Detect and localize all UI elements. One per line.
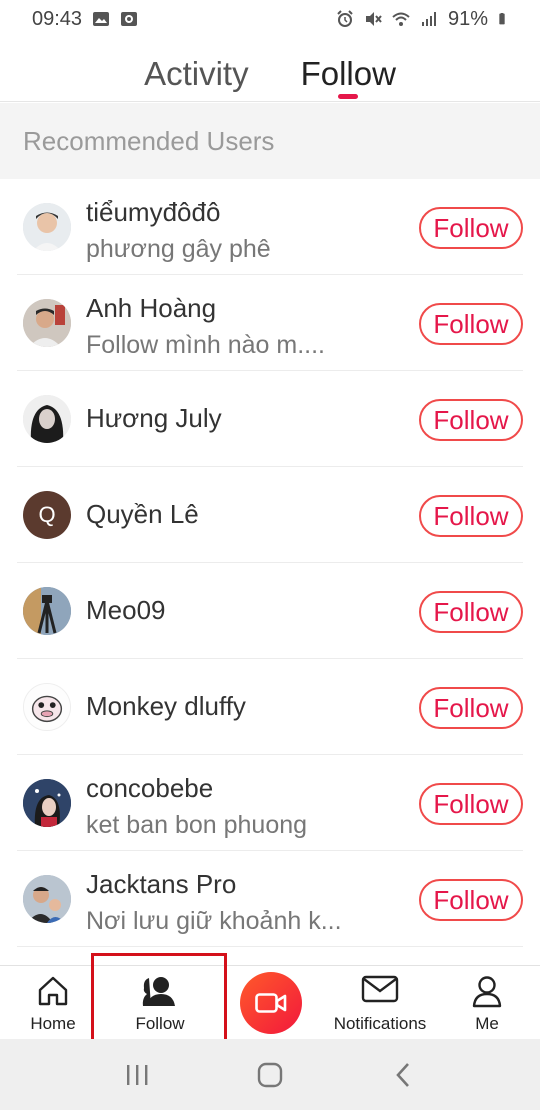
signal-icon <box>421 12 436 26</box>
active-tab-indicator <box>338 94 359 99</box>
battery-percent: 91% <box>447 7 488 30</box>
user-row[interactable]: concobebe ket ban bon phuong Follow <box>17 755 523 851</box>
screen-record-icon <box>121 12 138 26</box>
user-row[interactable]: Monkey dluffy Follow <box>17 659 523 755</box>
user-row[interactable]: Q Quyền Lê Follow <box>17 467 523 563</box>
home-square-icon <box>257 1062 283 1087</box>
avatar-photo-icon <box>23 203 71 251</box>
nav-me-label: Me <box>475 1014 499 1033</box>
system-navigation-bar <box>0 1039 540 1110</box>
tab-activity[interactable]: Activity <box>144 40 249 101</box>
follow-button[interactable]: Follow <box>419 591 523 633</box>
nav-me[interactable]: Me <box>452 966 522 1040</box>
user-name: Jacktans Pro <box>86 869 237 899</box>
nav-notifications[interactable]: Notifications <box>325 966 435 1040</box>
user-name: Quyền Lê <box>86 499 199 529</box>
avatar[interactable] <box>23 779 71 827</box>
avatar[interactable] <box>23 299 71 347</box>
follow-button[interactable]: Follow <box>419 495 523 537</box>
tab-follow-label: Follow <box>300 55 396 92</box>
user-name: Hương July <box>86 403 222 433</box>
home-system-button[interactable] <box>250 1055 290 1095</box>
avatar[interactable] <box>23 587 71 635</box>
avatar-photo-icon <box>23 299 71 347</box>
user-subtitle: ket ban bon phuong <box>86 811 308 839</box>
profile-icon <box>472 976 502 1008</box>
nav-home-label: Home <box>30 1014 76 1033</box>
mute-icon <box>365 12 382 26</box>
avatar-letter: Q <box>38 502 56 527</box>
tab-activity-label: Activity <box>144 55 249 92</box>
avatar-photo-icon <box>23 875 71 923</box>
user-name: tiểumyđôđô <box>86 197 221 227</box>
user-row[interactable]: Meo09 Follow <box>17 563 523 659</box>
user-name: Anh Hoàng <box>86 293 217 323</box>
home-icon <box>38 976 68 1006</box>
status-bar: 09:43 91% <box>0 0 540 38</box>
follow-button[interactable]: Follow <box>419 783 523 825</box>
alarm-icon <box>337 10 353 27</box>
user-subtitle: Follow mình nào m.... <box>86 331 325 359</box>
avatar-photo-icon <box>24 684 70 730</box>
avatar[interactable]: Q <box>23 491 71 539</box>
follow-button[interactable]: Follow <box>419 687 523 729</box>
mail-icon <box>361 975 399 1003</box>
back-button[interactable] <box>383 1055 423 1095</box>
video-camera-icon <box>255 993 287 1013</box>
back-chevron-icon <box>396 1062 410 1087</box>
follow-button[interactable]: Follow <box>419 207 523 249</box>
recommended-users-list: tiểumyđôđô phương gây phê Follow Anh Hoà… <box>0 179 540 947</box>
user-name: Meo09 <box>86 595 166 625</box>
section-header: Recommended Users <box>0 103 540 179</box>
battery-icon <box>499 13 505 25</box>
user-subtitle: phương gây phê <box>86 235 271 263</box>
user-row[interactable]: Anh Hoàng Follow mình nào m.... Follow <box>17 275 523 371</box>
avatar[interactable] <box>23 875 71 923</box>
recent-apps-button[interactable] <box>117 1055 157 1095</box>
avatar[interactable] <box>23 203 71 251</box>
follow-button[interactable]: Follow <box>419 879 523 921</box>
nav-notifications-label: Notifications <box>333 1014 427 1033</box>
image-icon <box>93 12 110 26</box>
user-name: concobebe <box>86 773 214 803</box>
status-left: 09:43 <box>32 8 138 31</box>
user-row[interactable]: Hương July Follow <box>17 371 523 467</box>
status-time: 09:43 <box>32 7 83 30</box>
tab-follow[interactable]: Follow <box>301 40 396 101</box>
follow-button[interactable]: Follow <box>419 303 523 345</box>
follow-button[interactable]: Follow <box>419 399 523 441</box>
recent-apps-icon <box>126 1064 148 1085</box>
avatar-photo-icon <box>23 779 71 827</box>
avatar[interactable] <box>23 683 71 731</box>
wifi-icon <box>392 12 410 26</box>
user-row[interactable]: Jacktans Pro Nơi lưu giữ khoảnh k... Fol… <box>17 851 523 947</box>
avatar-photo-icon <box>23 587 71 635</box>
nav-home[interactable]: Home <box>18 966 88 1040</box>
app-screen: 09:43 91% Activity Follow Recommended Us… <box>0 0 540 1110</box>
user-row[interactable]: tiểumyđôđô phương gây phê Follow <box>17 179 523 275</box>
go-live-button[interactable] <box>240 972 302 1034</box>
status-right: 91% <box>336 8 510 31</box>
top-tabs: Activity Follow <box>0 40 540 102</box>
avatar-photo-icon <box>23 395 71 443</box>
user-subtitle: Nơi lưu giữ khoảnh k... <box>86 907 342 935</box>
user-name: Monkey dluffy <box>86 691 246 721</box>
avatar[interactable] <box>23 395 71 443</box>
